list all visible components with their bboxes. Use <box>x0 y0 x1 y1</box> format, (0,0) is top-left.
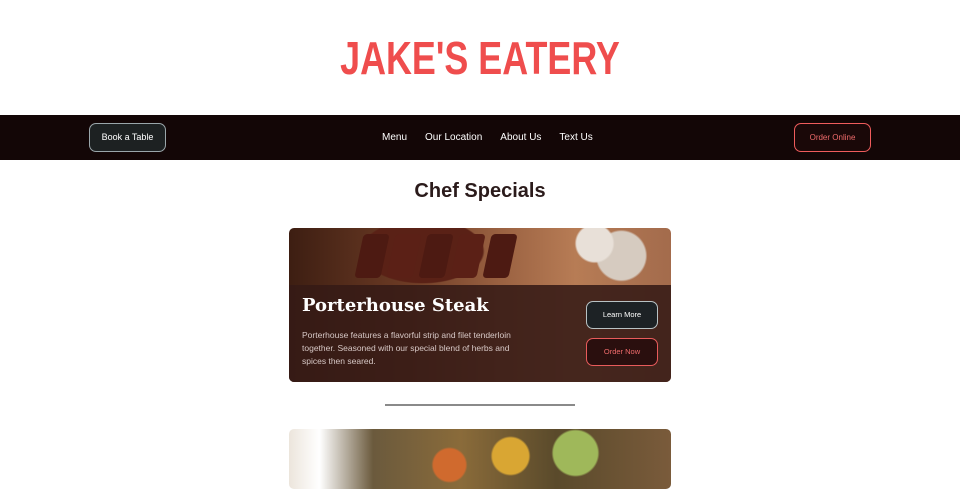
steak-slice <box>450 234 486 278</box>
steak-image <box>289 228 671 286</box>
nav-link-our-location[interactable]: Our Location <box>425 132 482 143</box>
section-divider <box>385 404 575 406</box>
special-info-panel: Porterhouse Steak Porterhouse features a… <box>289 285 671 382</box>
nav-link-menu[interactable]: Menu <box>382 132 407 143</box>
special-description: Porterhouse features a flavorful strip a… <box>302 330 511 366</box>
steak-slice <box>386 234 422 278</box>
steak-slice <box>482 234 518 278</box>
brand-logo-text[interactable]: JAKE'S EATERY <box>106 32 855 84</box>
nav-link-text-us[interactable]: Text Us <box>559 132 592 143</box>
special-title: Porterhouse Steak <box>302 295 489 316</box>
book-a-table-button[interactable]: Book a Table <box>89 123 166 152</box>
nav-link-about-us[interactable]: About Us <box>500 132 541 143</box>
section-title: Chef Specials <box>414 180 546 202</box>
steak-slice <box>354 234 390 278</box>
header: JAKE'S EATERY <box>0 0 960 115</box>
top-navbar: Book a Table Menu Our Location About Us … <box>0 115 960 160</box>
nav-links: Menu Our Location About Us Text Us <box>382 115 593 160</box>
special-card-next-image <box>289 429 671 489</box>
order-now-button[interactable]: Order Now <box>586 338 658 366</box>
order-online-button[interactable]: Order Online <box>794 123 871 152</box>
special-card: Porterhouse Steak Porterhouse features a… <box>289 228 671 382</box>
learn-more-button[interactable]: Learn More <box>586 301 658 329</box>
steak-slice <box>418 234 454 278</box>
